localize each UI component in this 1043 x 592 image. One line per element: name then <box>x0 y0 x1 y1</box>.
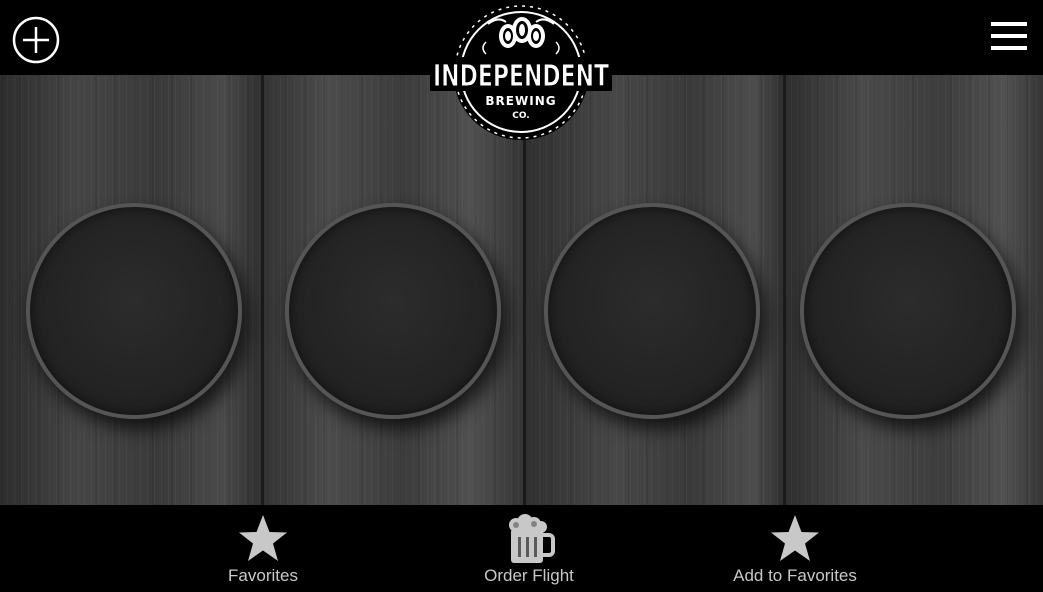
menu-button[interactable] <box>988 20 1030 54</box>
add-button[interactable] <box>12 16 60 64</box>
star-icon <box>771 515 819 561</box>
hamburger-menu-icon <box>991 22 1027 50</box>
beer-mug-icon <box>509 514 555 563</box>
flight-slot-3[interactable] <box>544 203 760 419</box>
order-flight-label: Order Flight <box>484 566 574 585</box>
star-icon <box>239 515 287 561</box>
flight-slot-1[interactable] <box>26 203 242 419</box>
logo-line2: BREWING <box>485 94 556 108</box>
app-root: INDEPENDENT BREWING CO. Favorites Order … <box>0 0 1043 592</box>
favorites-button[interactable]: Favorites <box>163 505 363 592</box>
add-to-favorites-label: Add to Favorites <box>733 566 857 585</box>
bottom-nav: Favorites Order Flight Add to Favorites <box>0 505 1043 592</box>
logo-name: INDEPENDENT <box>433 59 609 94</box>
favorites-label: Favorites <box>228 566 298 585</box>
logo-line3: CO. <box>512 111 529 121</box>
plus-circle-icon <box>12 16 60 64</box>
add-to-favorites-button[interactable]: Add to Favorites <box>695 505 895 592</box>
order-flight-button[interactable]: Order Flight <box>429 505 629 592</box>
flight-slot-2[interactable] <box>285 203 501 419</box>
flight-slot-4[interactable] <box>800 203 1016 419</box>
brand-logo[interactable]: INDEPENDENT BREWING CO. <box>428 2 614 146</box>
